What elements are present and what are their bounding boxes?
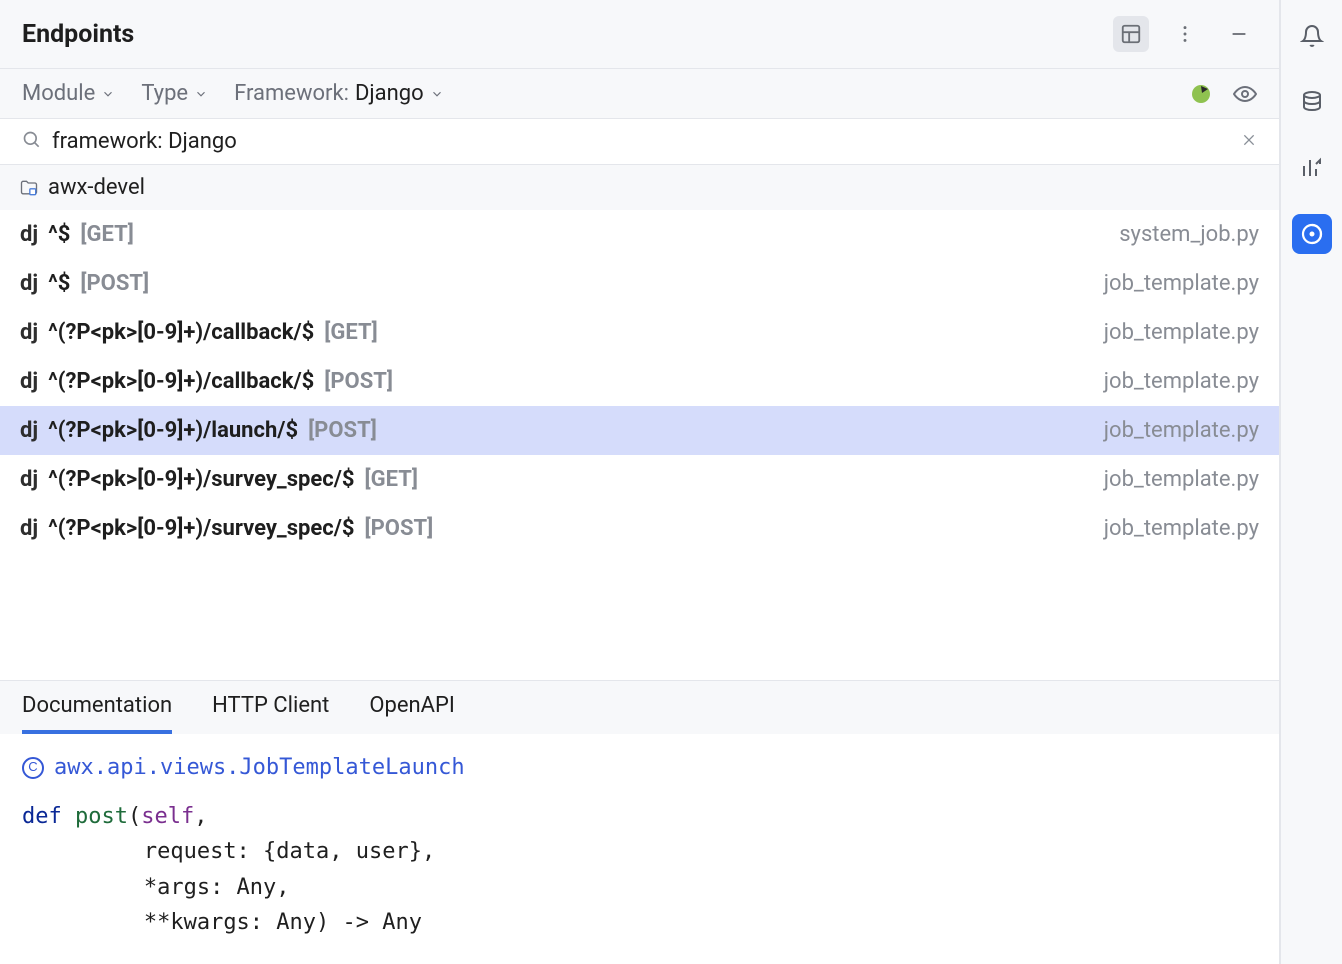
bottom-tabs: Documentation HTTP Client OpenAPI: [0, 680, 1279, 734]
endpoint-row[interactable]: dj ^(?P<pk>[0-9]+)/survey_spec/$ [GET] job_…: [0, 455, 1279, 504]
endpoint-path: ^$: [48, 222, 70, 247]
folder-icon: [18, 178, 40, 198]
search-input[interactable]: framework: Django: [52, 129, 1241, 154]
filter-framework-label: Framework:: [234, 81, 349, 106]
chevron-down-icon: [194, 87, 208, 101]
project-name: awx-devel: [48, 175, 145, 200]
filter-type-label: Type: [141, 81, 188, 106]
endpoint-row[interactable]: dj ^(?P<pk>[0-9]+)/launch/$ [POST] job_temp…: [0, 406, 1279, 455]
endpoint-path: ^(?P<pk>[0-9]+)/survey_spec/$: [48, 516, 354, 541]
eye-icon[interactable]: [1233, 82, 1257, 106]
endpoint-row[interactable]: dj ^(?P<pk>[0-9]+)/survey_spec/$ [POST] job…: [0, 504, 1279, 553]
copyright-icon: C: [22, 757, 44, 779]
dj-badge: dj: [20, 222, 38, 247]
endpoint-path: ^(?P<pk>[0-9]+)/launch/$: [48, 418, 298, 443]
filter-type[interactable]: Type: [141, 81, 208, 106]
more-icon[interactable]: [1167, 16, 1203, 52]
endpoint-method: [POST]: [365, 516, 434, 541]
endpoint-method: [POST]: [308, 418, 377, 443]
endpoint-left: dj ^(?P<pk>[0-9]+)/callback/$ [POST]: [20, 369, 393, 394]
filter-right: [1189, 82, 1257, 106]
endpoint-left: dj ^(?P<pk>[0-9]+)/survey_spec/$ [POST]: [20, 516, 433, 541]
clear-search-icon[interactable]: [1241, 132, 1257, 152]
main-panel: Endpoints Module Type Framework:: [0, 0, 1280, 964]
endpoint-row[interactable]: dj ^$ [GET] system_job.py: [0, 210, 1279, 259]
tab-openapi[interactable]: OpenAPI: [369, 693, 455, 734]
code-line-2: request: {data, user},: [144, 839, 435, 864]
chevron-down-icon: [101, 87, 115, 101]
endpoint-file: job_template.py: [1104, 467, 1259, 492]
dj-badge: dj: [20, 418, 38, 443]
filter-module-label: Module: [22, 81, 95, 106]
code-keyword-def: def: [22, 804, 75, 829]
endpoint-method: [GET]: [80, 222, 133, 247]
endpoint-method: [GET]: [365, 467, 418, 492]
code-line-3: *args: Any,: [144, 875, 290, 900]
code-comma: ,: [194, 804, 207, 829]
minimize-icon[interactable]: [1221, 16, 1257, 52]
filter-framework[interactable]: Framework: Django: [234, 81, 444, 106]
doc-code: def post(self, request: {data, user}, *a…: [22, 799, 1257, 940]
endpoint-file: job_template.py: [1104, 516, 1259, 541]
project-row[interactable]: awx-devel: [0, 165, 1279, 210]
endpoint-file: job_template.py: [1104, 320, 1259, 345]
endpoint-path: ^$: [48, 271, 70, 296]
code-open-paren: (: [128, 804, 141, 829]
endpoint-file: job_template.py: [1104, 271, 1259, 296]
code-fn-name: post: [75, 804, 128, 829]
code-self: self: [141, 804, 194, 829]
endpoint-path: ^(?P<pk>[0-9]+)/survey_spec/$: [48, 467, 354, 492]
panel-header: Endpoints: [0, 0, 1279, 69]
endpoint-row[interactable]: dj ^(?P<pk>[0-9]+)/callback/$ [GET] job_tem…: [0, 308, 1279, 357]
endpoint-method: [POST]: [324, 369, 393, 394]
tab-http-client[interactable]: HTTP Client: [212, 693, 329, 734]
tab-documentation[interactable]: Documentation: [22, 693, 172, 734]
endpoints-tool-icon[interactable]: [1292, 214, 1332, 254]
chevron-down-icon: [430, 87, 444, 101]
endpoint-left: dj ^$ [POST]: [20, 271, 149, 296]
dj-badge: dj: [20, 467, 38, 492]
endpoint-left: dj ^(?P<pk>[0-9]+)/launch/$ [POST]: [20, 418, 377, 443]
dj-badge: dj: [20, 271, 38, 296]
panel-title: Endpoints: [22, 20, 134, 49]
doc-class-ref: awx.api.views.JobTemplateLaunch: [54, 750, 465, 785]
endpoint-path: ^(?P<pk>[0-9]+)/callback/$: [48, 369, 314, 394]
endpoint-file: job_template.py: [1104, 369, 1259, 394]
endpoint-list: dj^$[GET]system_job.pydj^$[POST]job_temp…: [0, 210, 1279, 680]
endpoint-path: ^(?P<pk>[0-9]+)/callback/$: [48, 320, 314, 345]
dj-badge: dj: [20, 320, 38, 345]
endpoint-method: [GET]: [324, 320, 377, 345]
endpoint-row[interactable]: dj ^$ [POST] job_template.py: [0, 259, 1279, 308]
notifications-icon[interactable]: [1292, 16, 1332, 56]
endpoint-file: system_job.py: [1119, 222, 1259, 247]
chart-icon[interactable]: [1292, 148, 1332, 188]
database-icon[interactable]: [1292, 82, 1332, 122]
endpoint-left: dj ^(?P<pk>[0-9]+)/survey_spec/$ [GET]: [20, 467, 418, 492]
documentation-area: C awx.api.views.JobTemplateLaunch def po…: [0, 734, 1279, 964]
endpoint-left: dj ^$ [GET]: [20, 222, 134, 247]
filter-framework-value: Django: [355, 81, 424, 106]
layout-icon[interactable]: [1113, 16, 1149, 52]
endpoint-row[interactable]: dj ^(?P<pk>[0-9]+)/callback/$ [POST] job_te…: [0, 357, 1279, 406]
code-line-4: **kwargs: Any) -> Any: [144, 910, 422, 935]
profiler-icon[interactable]: [1189, 82, 1213, 106]
header-actions: [1113, 16, 1257, 52]
endpoint-file: job_template.py: [1104, 418, 1259, 443]
doc-class-row[interactable]: C awx.api.views.JobTemplateLaunch: [22, 750, 1257, 785]
search-icon: [22, 130, 42, 154]
search-row: framework: Django: [0, 119, 1279, 165]
dj-badge: dj: [20, 516, 38, 541]
filter-bar: Module Type Framework: Django: [0, 69, 1279, 119]
endpoint-method: [POST]: [80, 271, 149, 296]
filter-left: Module Type Framework: Django: [22, 81, 444, 106]
endpoint-left: dj ^(?P<pk>[0-9]+)/callback/$ [GET]: [20, 320, 378, 345]
right-rail: [1280, 0, 1342, 964]
filter-module[interactable]: Module: [22, 81, 115, 106]
dj-badge: dj: [20, 369, 38, 394]
